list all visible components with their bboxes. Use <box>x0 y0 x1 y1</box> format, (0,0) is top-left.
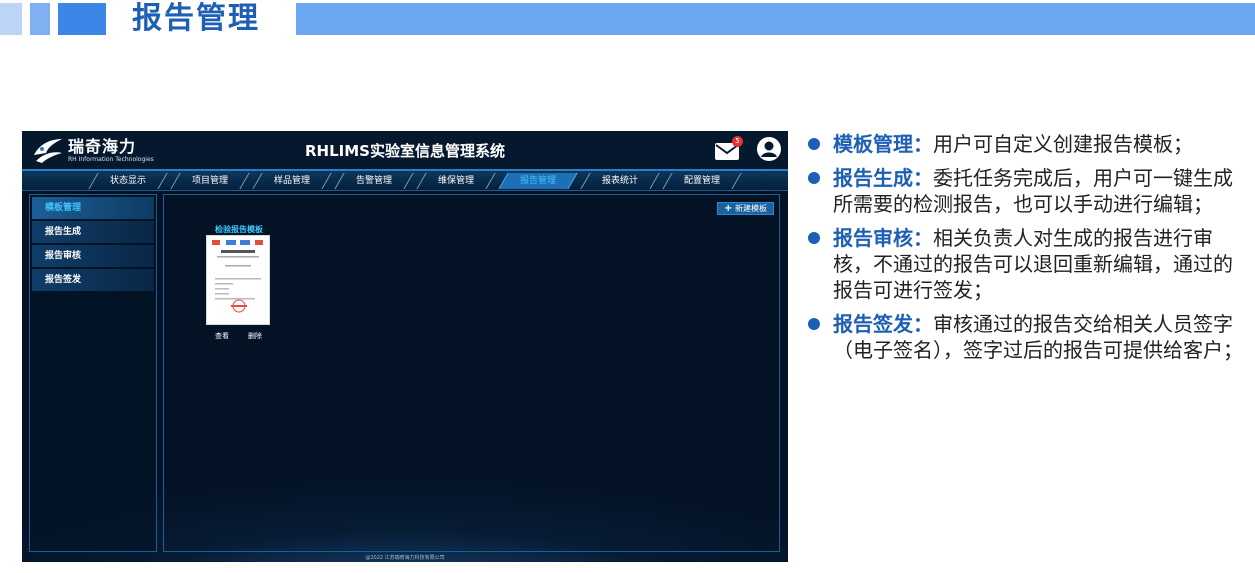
bullet-term: 报告生成： <box>833 166 933 190</box>
new-template-button[interactable]: + 新建模板 <box>717 202 774 215</box>
list-item: 模板管理：用户可自定义创建报告模板； <box>806 131 1246 157</box>
header-block-3 <box>58 3 106 35</box>
nav-tab-report[interactable]: 报告管理 <box>498 173 578 189</box>
bullet-text: 用户可自定义创建报告模板； <box>933 132 1193 156</box>
header-bar <box>296 3 1255 35</box>
main-nav: 状态显示 项目管理 样品管理 告警管理 维保管理 报告管理 报表统计 配置管理 <box>22 169 788 191</box>
report-document-preview <box>212 240 263 313</box>
main-panel: + 新建模板 检验报告模板 查看 删除 <box>163 194 780 552</box>
new-template-label: 新建模板 <box>734 204 767 213</box>
bullet-icon <box>808 232 820 244</box>
mail-count-badge: 5 <box>732 136 743 147</box>
sidebar-item-report-generation[interactable]: 报告生成 <box>32 221 154 243</box>
bullet-term: 报告签发： <box>833 312 933 336</box>
bullet-icon <box>808 138 820 150</box>
delete-template-link[interactable]: 删除 <box>248 331 262 341</box>
nav-tab-project[interactable]: 项目管理 <box>170 173 250 189</box>
nav-tab-maintenance[interactable]: 维保管理 <box>416 173 496 189</box>
copyright-text: @2022 江苏瑞奇海力科技有限公司 <box>365 555 445 561</box>
sidebar-item-report-review[interactable]: 报告审核 <box>32 245 154 267</box>
template-thumbnail[interactable] <box>206 235 270 325</box>
nav-tab-config[interactable]: 配置管理 <box>662 173 742 189</box>
app-topbar: 瑞奇海力 RH Information Technologies RHLIMS实… <box>22 131 788 169</box>
header-block-1 <box>0 3 22 35</box>
template-title: 检验报告模板 <box>215 225 263 234</box>
nav-tab-alarm[interactable]: 告警管理 <box>334 173 414 189</box>
app-title: RHLIMS实验室信息管理系统 <box>305 142 505 160</box>
sidebar-item-report-issue[interactable]: 报告签发 <box>32 269 154 291</box>
nav-tab-statistics[interactable]: 报表统计 <box>580 173 660 189</box>
bullet-icon <box>808 318 820 330</box>
slide-title: 报告管理 <box>132 1 260 36</box>
list-item: 报告生成：委托任务完成后，用户可一键生成所需要的检测报告，也可以手动进行编辑； <box>806 165 1246 217</box>
list-item: 报告签发：审核通过的报告交给相关人员签字（电子签名），签字过后的报告可提供给客户… <box>806 311 1246 363</box>
bullet-term: 模板管理： <box>833 132 933 156</box>
bullet-icon <box>808 172 820 184</box>
user-avatar-icon[interactable] <box>756 136 782 162</box>
feature-list: 模板管理：用户可自定义创建报告模板； 报告生成：委托任务完成后，用户可一键生成所… <box>806 131 1246 371</box>
sidebar: 模板管理 报告生成 报告审核 报告签发 <box>29 194 157 552</box>
plus-icon: + <box>724 203 733 214</box>
list-item: 报告审核：相关负责人对生成的报告进行审核，不通过的报告可以退回重新编辑，通过的报… <box>806 225 1246 303</box>
nav-tab-status[interactable]: 状态显示 <box>88 173 168 189</box>
nav-tab-sample[interactable]: 样品管理 <box>252 173 332 189</box>
header-block-2 <box>30 3 50 35</box>
sidebar-item-template-management[interactable]: 模板管理 <box>32 197 154 219</box>
view-template-link[interactable]: 查看 <box>215 331 229 341</box>
app-screenshot: 瑞奇海力 RH Information Technologies RHLIMS实… <box>22 131 788 562</box>
bullet-term: 报告审核： <box>833 226 933 250</box>
